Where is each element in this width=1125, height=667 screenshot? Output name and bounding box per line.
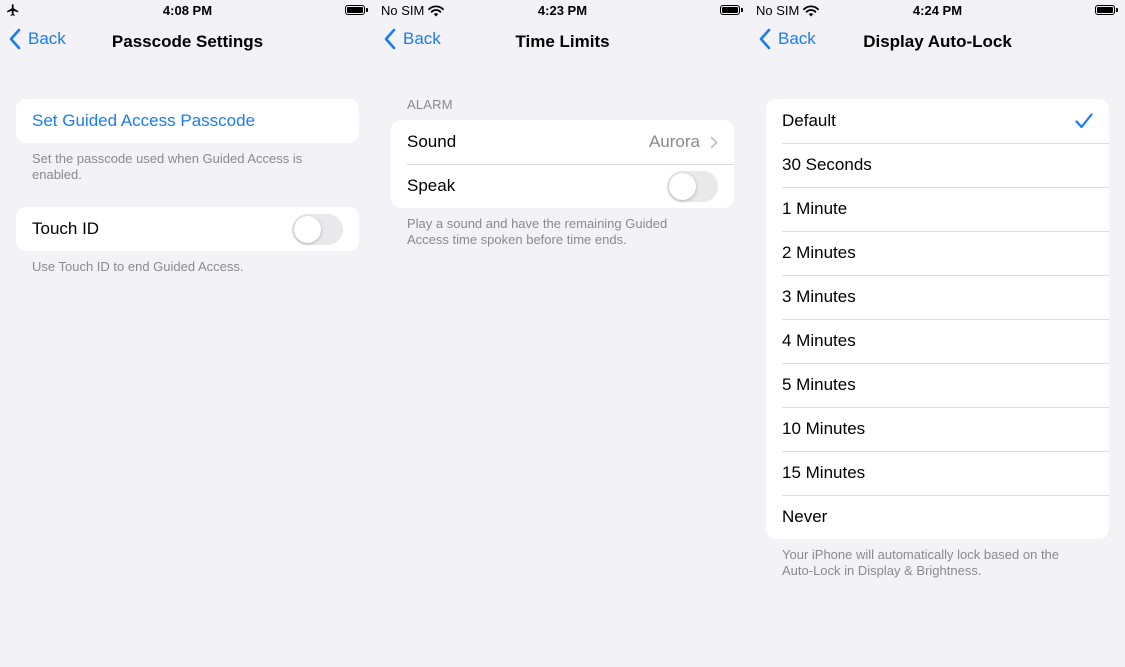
- speak-row: Speak: [391, 164, 734, 208]
- chevron-right-icon: [710, 136, 718, 148]
- option-10-minutes[interactable]: 10 Minutes: [766, 407, 1109, 451]
- sound-row[interactable]: Sound Aurora: [391, 120, 734, 164]
- battery-icon: [1095, 5, 1118, 15]
- option-label: 15 Minutes: [782, 463, 866, 482]
- alarm-group: Sound Aurora Speak: [391, 120, 734, 208]
- passcode-group: Set Guided Access Passcode: [16, 99, 359, 143]
- touch-id-row: Touch ID: [16, 207, 359, 251]
- option-5-minutes[interactable]: 5 Minutes: [766, 363, 1109, 407]
- speak-label: Speak: [407, 176, 456, 195]
- status-bar: No SIM 4:23 PM: [375, 0, 750, 22]
- status-time: 4:23 PM: [537, 3, 588, 18]
- option-label: 1 Minute: [782, 199, 848, 218]
- sound-label: Sound: [407, 132, 457, 151]
- checkmark-icon: [1075, 113, 1093, 129]
- navigation-bar: Back Time Limits: [375, 26, 750, 58]
- auto-lock-options-group: Default 30 Seconds 1 Minute 2 Minutes 3 …: [766, 99, 1109, 539]
- passcode-settings-screen: 4:08 PM Back Passcode Settings Set Guide…: [0, 0, 375, 667]
- page-title: Time Limits: [515, 32, 610, 51]
- speak-toggle[interactable]: [667, 170, 718, 202]
- option-1-minute[interactable]: 1 Minute: [766, 187, 1109, 231]
- option-label: 5 Minutes: [782, 375, 856, 394]
- passcode-footer: Set the passcode used when Guided Access…: [32, 151, 303, 182]
- set-passcode-label: Set Guided Access Passcode: [32, 111, 256, 130]
- option-label: Default: [782, 111, 836, 130]
- time-limits-screen: No SIM 4:23 PM Back Time Limits ALARM So…: [375, 0, 750, 667]
- status-time: 4:24 PM: [912, 3, 963, 18]
- touch-id-footer: Use Touch ID to end Guided Access.: [32, 259, 244, 274]
- option-3-minutes[interactable]: 3 Minutes: [766, 275, 1109, 319]
- navigation-bar: Back Passcode Settings: [0, 26, 375, 58]
- option-2-minutes[interactable]: 2 Minutes: [766, 231, 1109, 275]
- touch-id-group: Touch ID: [16, 207, 359, 251]
- option-4-minutes[interactable]: 4 Minutes: [766, 319, 1109, 363]
- battery-icon: [720, 5, 743, 15]
- option-label: 4 Minutes: [782, 331, 856, 350]
- auto-lock-footer: Your iPhone will automatically lock base…: [782, 547, 1060, 578]
- navigation-bar: Back Display Auto-Lock: [750, 26, 1125, 58]
- set-guided-access-passcode-button[interactable]: Set Guided Access Passcode: [16, 99, 359, 143]
- page-title: Passcode Settings: [111, 32, 264, 51]
- alarm-footer: Play a sound and have the remaining Guid…: [407, 216, 668, 247]
- option-15-minutes[interactable]: 15 Minutes: [766, 451, 1109, 495]
- status-bar: No SIM 4:24 PM: [750, 0, 1125, 22]
- option-label: 3 Minutes: [782, 287, 856, 306]
- sound-value: Aurora: [648, 132, 700, 151]
- option-label: Never: [782, 507, 828, 526]
- option-label: 30 Seconds: [782, 155, 872, 174]
- status-time: 4:08 PM: [162, 3, 213, 18]
- option-default[interactable]: Default: [766, 99, 1109, 143]
- touch-id-toggle[interactable]: [292, 213, 343, 245]
- battery-icon: [345, 5, 368, 15]
- page-title: Display Auto-Lock: [863, 32, 1012, 51]
- option-label: 10 Minutes: [782, 419, 866, 438]
- option-30-seconds[interactable]: 30 Seconds: [766, 143, 1109, 187]
- section-header-alarm: ALARM: [407, 97, 453, 112]
- option-label: 2 Minutes: [782, 243, 856, 262]
- status-bar: 4:08 PM: [0, 0, 375, 22]
- touch-id-label: Touch ID: [32, 219, 100, 238]
- option-never[interactable]: Never: [766, 495, 1109, 539]
- display-auto-lock-screen: No SIM 4:24 PM Back Display Auto-Lock De…: [750, 0, 1125, 667]
